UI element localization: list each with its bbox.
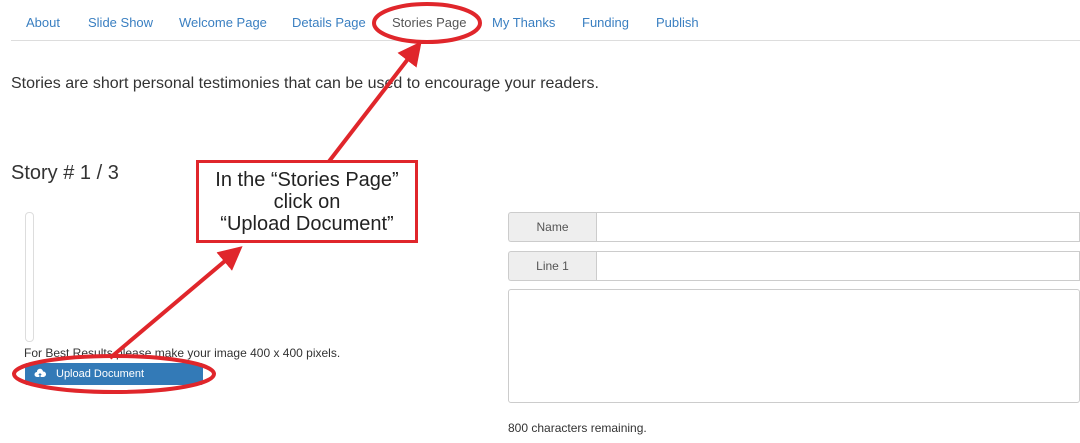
arrow-to-stories-tab: [325, 41, 422, 166]
instruction-callout-box: In the “Stories Page” click on “Upload D…: [196, 160, 418, 243]
tab-funding[interactable]: Funding: [582, 15, 629, 30]
tab-stories-page[interactable]: Stories Page: [392, 15, 466, 30]
name-field-group: Name: [508, 212, 1080, 242]
tab-details-page[interactable]: Details Page: [292, 15, 366, 30]
line1-field-group: Line 1: [508, 251, 1080, 281]
story-image-placeholder: [25, 212, 34, 342]
arrow-to-upload-button: [108, 246, 243, 360]
tab-publish[interactable]: Publish: [656, 15, 699, 30]
characters-remaining: 800 characters remaining.: [508, 421, 647, 435]
instruction-callout-text: In the “Stories Page” click on “Upload D…: [215, 168, 399, 235]
line1-input[interactable]: [596, 251, 1080, 281]
upload-document-button[interactable]: Upload Document: [25, 363, 203, 385]
story-heading: Story # 1 / 3: [11, 162, 119, 184]
name-input[interactable]: [596, 212, 1080, 242]
page-tabs: About Slide Show Welcome Page Details Pa…: [11, 0, 1080, 41]
name-field-label: Name: [508, 212, 596, 242]
line1-field-label: Line 1: [508, 251, 596, 281]
tab-my-thanks[interactable]: My Thanks: [492, 15, 555, 30]
tab-slide-show[interactable]: Slide Show: [88, 15, 153, 30]
stories-intro-text: Stories are short personal testimonies t…: [11, 75, 599, 92]
image-size-hint: For Best Results please make your image …: [24, 346, 341, 360]
upload-document-label: Upload Document: [56, 368, 145, 380]
cloud-upload-icon: [34, 368, 47, 380]
tab-about[interactable]: About: [26, 15, 60, 30]
story-textarea[interactable]: [508, 289, 1080, 403]
tab-welcome-page[interactable]: Welcome Page: [179, 15, 267, 30]
